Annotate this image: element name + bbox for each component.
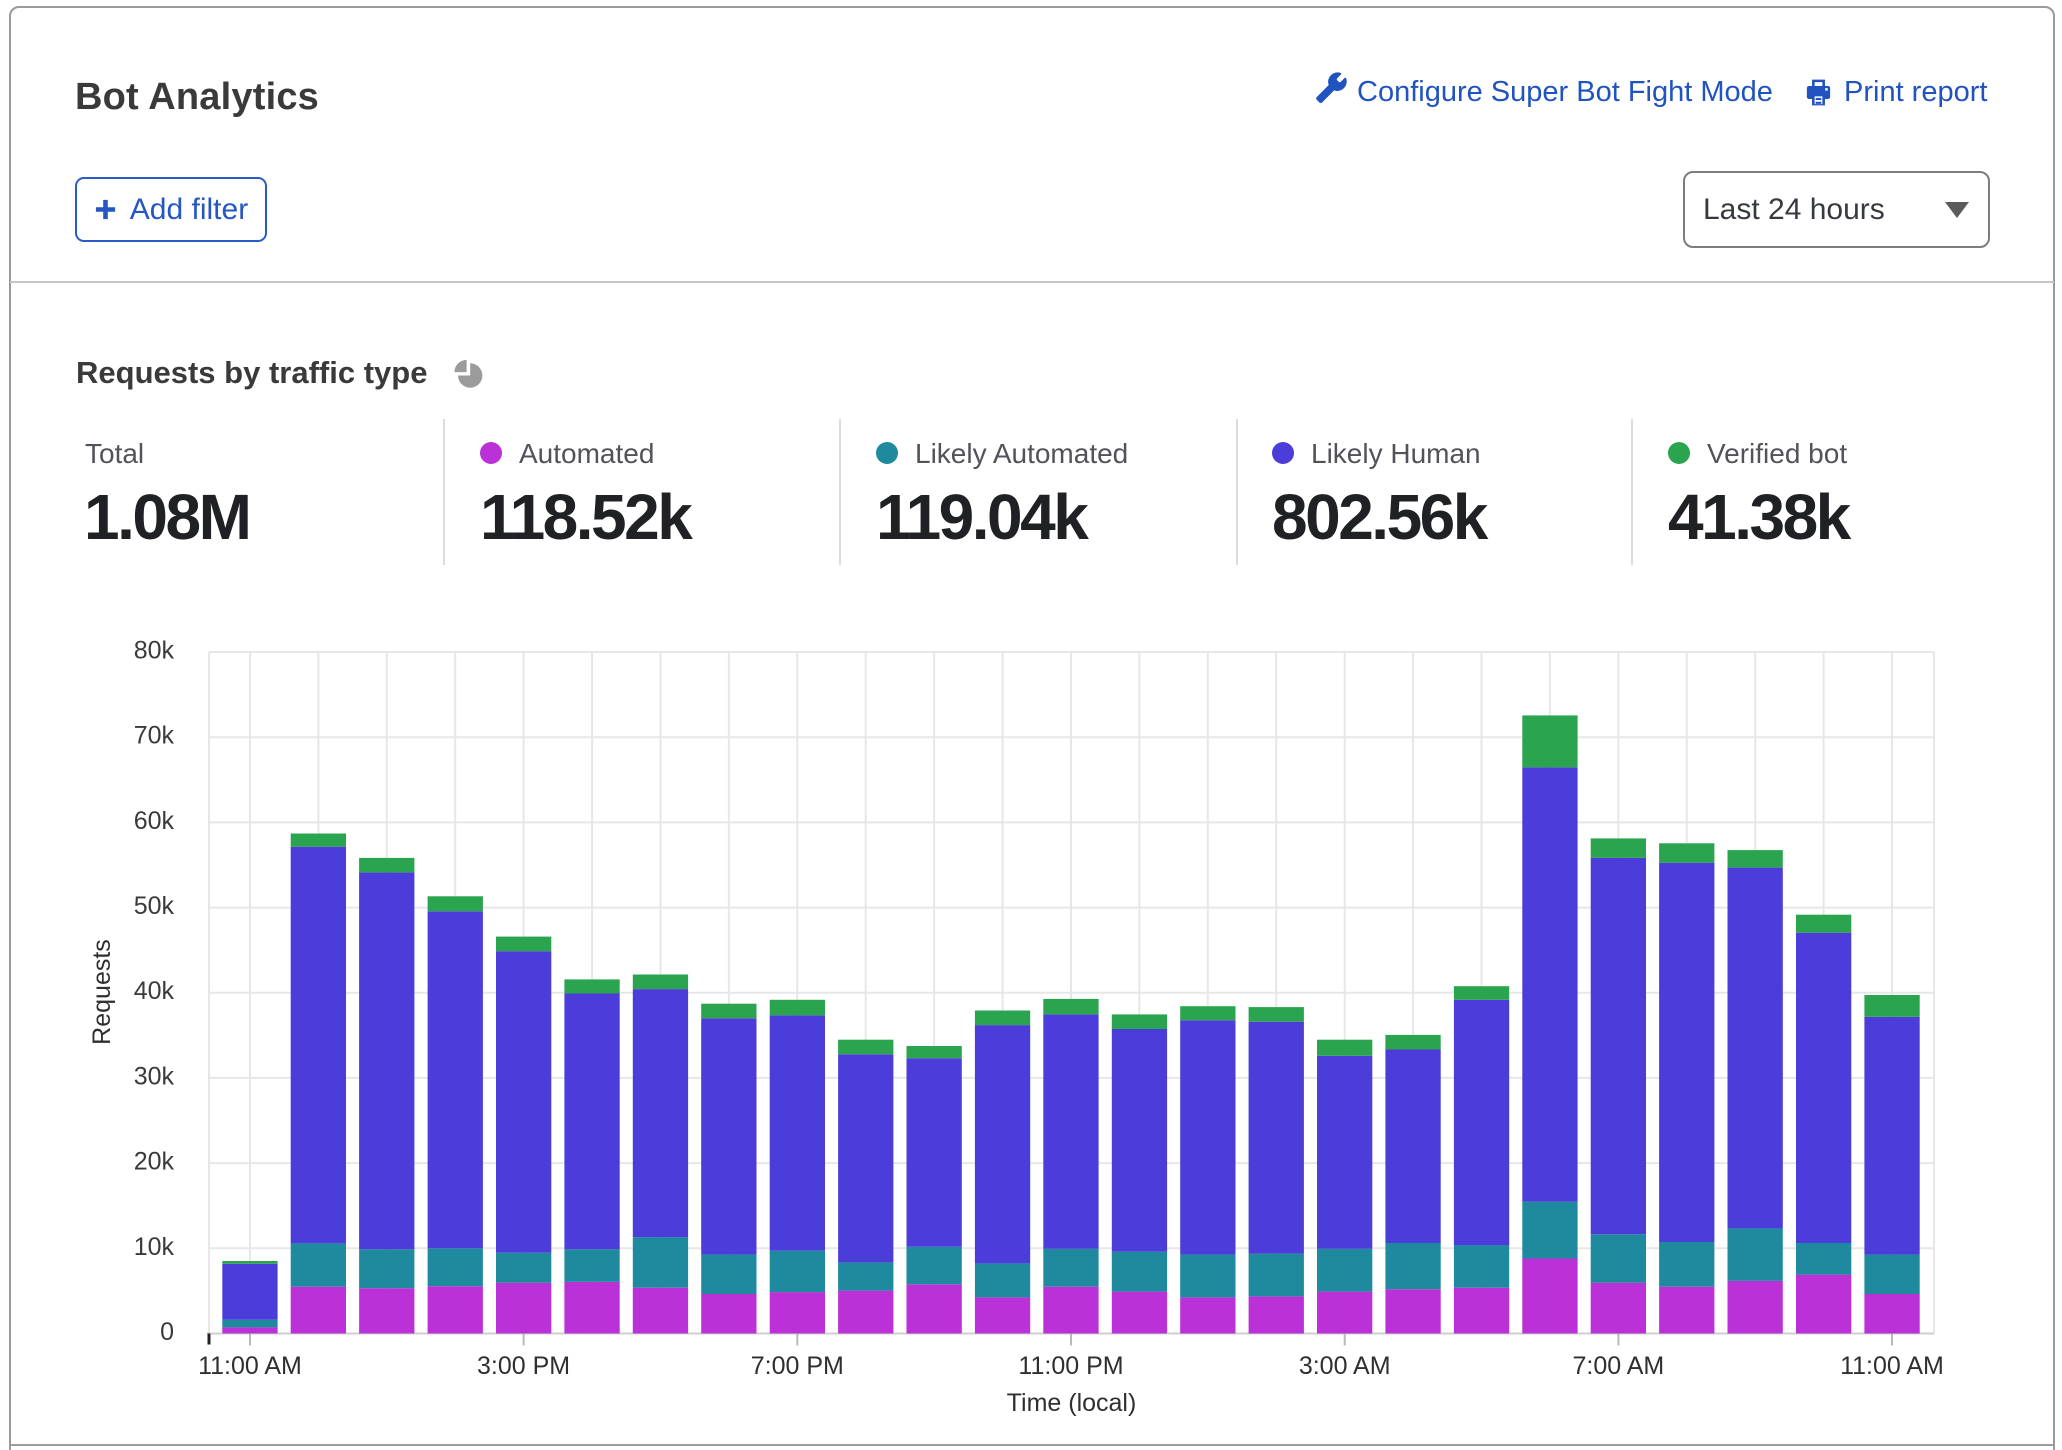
svg-text:30k: 30k	[134, 1062, 175, 1090]
svg-text:80k: 80k	[134, 637, 175, 665]
svg-text:70k: 70k	[134, 722, 175, 750]
svg-text:Requests: Requests	[88, 939, 116, 1045]
svg-text:Time (local): Time (local)	[1007, 1389, 1137, 1417]
svg-text:3:00 AM: 3:00 AM	[1299, 1352, 1391, 1380]
svg-text:0: 0	[160, 1318, 174, 1346]
svg-text:11:00 AM: 11:00 AM	[1840, 1352, 1944, 1380]
svg-text:7:00 AM: 7:00 AM	[1573, 1352, 1665, 1380]
svg-text:7:00 PM: 7:00 PM	[751, 1352, 844, 1380]
svg-text:11:00 AM: 11:00 AM	[198, 1352, 302, 1380]
svg-text:50k: 50k	[134, 892, 175, 920]
svg-text:60k: 60k	[134, 807, 175, 835]
svg-text:3:00 PM: 3:00 PM	[477, 1352, 570, 1380]
svg-text:11:00 PM: 11:00 PM	[1018, 1352, 1123, 1380]
svg-text:10k: 10k	[134, 1233, 175, 1261]
svg-text:40k: 40k	[134, 977, 175, 1005]
svg-text:20k: 20k	[134, 1148, 175, 1176]
